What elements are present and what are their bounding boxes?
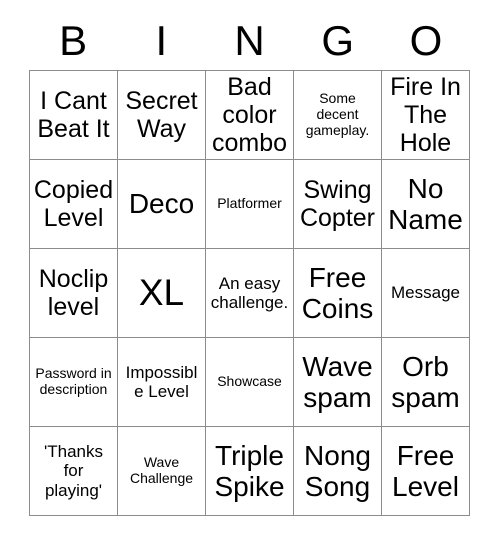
bingo-cell-label: Message [391, 283, 460, 303]
bingo-cell[interactable]: Some decent gameplay. [294, 71, 382, 160]
bingo-cell-label: Wave spam [302, 350, 373, 413]
bingo-cell-label: Noclip level [38, 265, 109, 321]
bingo-cell-label: Orb spam [391, 350, 460, 413]
bingo-cell-label: Triple Spike [214, 439, 285, 502]
bingo-cell[interactable]: XL [118, 249, 206, 338]
bingo-cell[interactable]: Noclip level [30, 249, 118, 338]
bingo-card: B I N G O I Cant Beat It Secret Way Bad co… [0, 0, 500, 544]
bingo-cell-label: No Name [388, 172, 463, 235]
bingo-cell[interactable]: Showcase [206, 338, 294, 427]
bingo-cell[interactable]: Platformer [206, 160, 294, 249]
bingo-cell[interactable]: Password in description [30, 338, 118, 427]
bingo-cell-label: Swing Copter [299, 176, 376, 232]
bingo-cell-label: An easy challenge. [210, 273, 289, 312]
bingo-cell-label: Copied Level [33, 176, 114, 232]
bingo-cell[interactable]: Copied Level [30, 160, 118, 249]
bingo-cell-label: I Cant Beat It [37, 87, 110, 143]
bingo-cell-label: Impossible Level [125, 362, 198, 401]
bingo-cell-label: Fire In The Hole [390, 73, 461, 157]
bingo-cell-label: Secret Way [125, 87, 198, 143]
bingo-cell[interactable]: Message [382, 249, 470, 338]
bingo-cell[interactable]: Wave spam [294, 338, 382, 427]
bingo-cell-label: Free Coins [301, 261, 374, 324]
bingo-cell-label: Password in description [35, 365, 112, 397]
bingo-grid: I Cant Beat It Secret Way Bad color combo S… [29, 70, 470, 516]
bingo-cell[interactable]: Nong Song [294, 427, 382, 516]
bingo-header-letter-g: G [321, 17, 355, 64]
bingo-cell-label: Platformer [217, 195, 282, 212]
bingo-cell-label: Some decent gameplay. [305, 90, 370, 138]
bingo-cell[interactable]: Swing Copter [294, 160, 382, 249]
bingo-cell[interactable]: 'Thanks for playing' [30, 427, 118, 516]
bingo-cell-label: Bad color combo [211, 73, 288, 157]
bingo-cell[interactable]: Secret Way [118, 71, 206, 160]
bingo-cell-label: Deco [128, 188, 195, 220]
bingo-cell-label: Nong Song [304, 439, 371, 502]
bingo-cell-label: Wave Challenge [129, 454, 194, 486]
bingo-header: B I N G O [29, 14, 470, 68]
bingo-cell[interactable]: Free Coins [294, 249, 382, 338]
bingo-cell[interactable]: Fire In The Hole [382, 71, 470, 160]
bingo-cell[interactable]: Bad color combo [206, 71, 294, 160]
bingo-header-letter-i: I [155, 17, 168, 64]
bingo-cell[interactable]: Orb spam [382, 338, 470, 427]
bingo-cell[interactable]: Deco [118, 160, 206, 249]
bingo-cell[interactable]: Wave Challenge [118, 427, 206, 516]
bingo-cell-label: Free Level [392, 439, 459, 502]
bingo-cell[interactable]: Triple Spike [206, 427, 294, 516]
bingo-cell[interactable]: An easy challenge. [206, 249, 294, 338]
bingo-header-letter-o: O [409, 17, 443, 64]
bingo-cell[interactable]: Free Level [382, 427, 470, 516]
bingo-header-letter-b: B [59, 17, 88, 64]
bingo-cell[interactable]: I Cant Beat It [30, 71, 118, 160]
bingo-cell[interactable]: No Name [382, 160, 470, 249]
bingo-header-letter-n: N [234, 17, 265, 64]
bingo-cell-label: Showcase [217, 373, 282, 390]
bingo-cell-label: 'Thanks for playing' [44, 442, 103, 500]
bingo-cell-label: XL [138, 272, 185, 314]
bingo-cell[interactable]: Impossible Level [118, 338, 206, 427]
